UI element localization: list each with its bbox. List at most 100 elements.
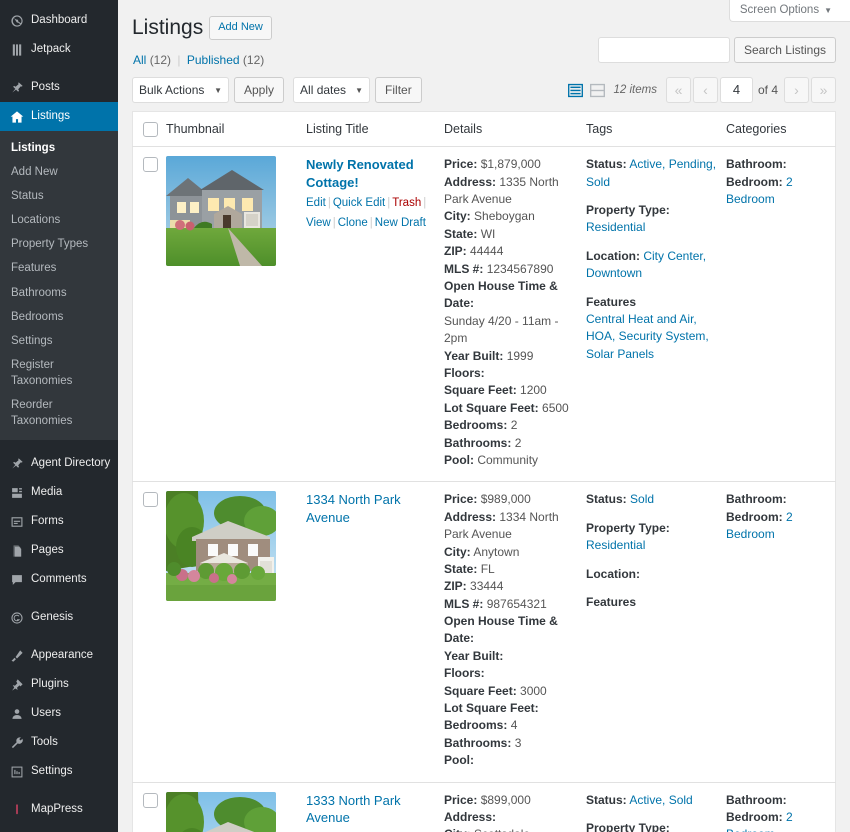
table-body: Newly Renovated Cottage! Edit | Quick Edit… xyxy=(132,147,836,832)
next-page-button-top[interactable]: › xyxy=(784,77,809,104)
excerpt-view-icon[interactable] xyxy=(589,81,607,99)
row-select-cell xyxy=(132,781,166,832)
detail-value-bathrooms: 3 xyxy=(514,735,522,750)
table-nav-top: Bulk Actions ▼ Apply All dates ▼ Filter xyxy=(132,73,836,107)
row-title-cell: Newly Renovated Cottage! Edit | Quick Edit… xyxy=(306,147,444,482)
bulk-actions-select[interactable]: Bulk Actions xyxy=(132,77,229,104)
jetpack-icon xyxy=(9,42,24,57)
search-listings-button[interactable]: Search Listings xyxy=(733,37,836,63)
mappress-icon xyxy=(9,802,24,817)
row-action-quick-edit[interactable]: Quick Edit xyxy=(333,197,385,209)
tag-label-status: Status: xyxy=(586,492,627,507)
tag-value-property-type[interactable]: Residential xyxy=(586,538,645,552)
row-action-clone[interactable]: Clone xyxy=(338,217,368,229)
sidebar-item-forms[interactable]: Forms xyxy=(0,507,118,536)
date-filter-wrap: All dates ▼ xyxy=(293,77,371,104)
first-page-button-top[interactable]: « xyxy=(665,77,691,104)
comments-icon xyxy=(9,572,24,587)
last-page-button-top[interactable]: » xyxy=(811,77,836,104)
table-head: Thumbnail Listing Title Details Tags Cat… xyxy=(132,111,836,148)
submenu-item-features[interactable]: Features xyxy=(0,256,118,280)
select-all-checkbox-top[interactable] xyxy=(143,122,158,138)
sidebar-item-genesis[interactable]: Genesis xyxy=(0,603,118,632)
detail-label-square-feet: Square Feet: xyxy=(444,383,517,398)
filter-button[interactable]: Filter xyxy=(375,77,422,104)
sidebar-item-jetpack[interactable]: Jetpack xyxy=(0,35,118,64)
add-new-button[interactable]: Add New xyxy=(209,16,272,40)
sidebar-item-tools[interactable]: Tools xyxy=(0,728,118,757)
submenu-item-bedrooms[interactable]: Bedrooms xyxy=(0,305,118,329)
sidebar-item-posts[interactable]: Posts xyxy=(0,73,118,102)
row-checkbox[interactable] xyxy=(143,492,158,508)
column-header-details[interactable]: Details xyxy=(444,111,586,148)
submenu-item-reorder-taxonomies[interactable]: Reorder Taxonomies xyxy=(0,393,118,433)
submenu-item-register-taxonomies[interactable]: Register Taxonomies xyxy=(0,353,118,393)
sidebar-item-settings[interactable]: Settings xyxy=(0,757,118,786)
sidebar-item-plugins[interactable]: Plugins xyxy=(0,670,118,699)
sidebar-item-dashboard[interactable]: Dashboard xyxy=(0,6,118,35)
column-header-tags[interactable]: Tags xyxy=(586,111,726,148)
sidebar-item-agent-directory[interactable]: Agent Directory xyxy=(0,449,118,478)
listing-title-link[interactable]: 1333 North Park Avenue xyxy=(306,792,436,827)
detail-value-mls: 987654321 xyxy=(486,596,547,611)
sidebar-item-users[interactable]: Users xyxy=(0,699,118,728)
prev-page-button-top[interactable]: ‹ xyxy=(692,77,718,104)
tag-label-status: Status: xyxy=(586,157,627,172)
column-header-categories[interactable]: Categories xyxy=(726,111,836,148)
screen-options-toggle[interactable]: Screen Options ▼ xyxy=(728,0,850,22)
submenu-item-locations[interactable]: Locations xyxy=(0,208,118,232)
column-header-listing-title[interactable]: Listing Title xyxy=(306,111,444,148)
detail-label-pool: Pool: xyxy=(444,753,474,768)
tag-property-type: Property Type: Residential xyxy=(586,820,718,832)
row-action-view[interactable]: View xyxy=(306,217,331,229)
row-checkbox[interactable] xyxy=(143,157,158,173)
detail-label-year-built: Year Built: xyxy=(444,648,504,663)
detail-value-price: $1,879,000 xyxy=(480,157,541,172)
column-header-thumbnail[interactable]: Thumbnail xyxy=(166,111,306,148)
tag-value-status[interactable]: Sold xyxy=(630,492,654,506)
submenu-item-bathrooms[interactable]: Bathrooms xyxy=(0,281,118,305)
row-checkbox[interactable] xyxy=(143,792,158,808)
row-action-new-draft[interactable]: New Draft xyxy=(375,217,426,229)
listing-thumbnail[interactable] xyxy=(166,491,276,602)
detail-label-open-house: Open House Time & Date: xyxy=(444,279,558,311)
submenu-item-status[interactable]: Status xyxy=(0,184,118,208)
row-categories-cell: Bathroom: Bedroom: 2 Bedroom xyxy=(726,781,836,832)
list-view-icon[interactable] xyxy=(567,81,585,99)
sidebar-item-label: Media xyxy=(31,485,63,498)
tag-value-property-type[interactable]: Residential xyxy=(586,220,645,234)
tag-label-features: Features xyxy=(586,594,637,609)
search-input[interactable] xyxy=(597,37,730,63)
sidebar-item-label: Users xyxy=(31,706,62,719)
apply-button-top[interactable]: Apply xyxy=(234,77,285,104)
row-action-edit[interactable]: Edit xyxy=(306,197,326,209)
listing-title-link[interactable]: Newly Renovated Cottage! xyxy=(306,156,436,191)
submenu-item-add-new[interactable]: Add New xyxy=(0,160,118,184)
sidebar-item-media[interactable]: Media xyxy=(0,478,118,507)
tag-value-features[interactable]: Central Heat and Air, HOA, Security Syst… xyxy=(586,312,709,361)
status-link-all[interactable]: All xyxy=(133,53,146,67)
row-details-cell: Price: $1,879,000 Address: 1335 North Pa… xyxy=(444,147,586,482)
items-count-top: 12 items xyxy=(613,84,657,97)
tools-icon xyxy=(9,735,24,750)
sidebar-item-comments[interactable]: Comments xyxy=(0,565,118,594)
sidebar-item-mappress[interactable]: MapPress xyxy=(0,795,118,824)
current-page-input-top[interactable]: 4 xyxy=(719,77,753,104)
submenu-item-listings[interactable]: Listings xyxy=(0,136,118,160)
listing-title-link[interactable]: 1334 North Park Avenue xyxy=(306,491,436,526)
category-label-bathroom: Bathroom: xyxy=(726,157,787,172)
row-action-trash[interactable]: Trash xyxy=(392,197,421,209)
admin-page: Dashboard Jetpack Posts Listings Listing… xyxy=(0,0,850,832)
listing-thumbnail[interactable] xyxy=(166,156,276,267)
status-link-published[interactable]: Published xyxy=(187,53,240,67)
sidebar-item-pages[interactable]: Pages xyxy=(0,536,118,565)
sidebar-item-appearance[interactable]: Appearance xyxy=(0,641,118,670)
sidebar-item-collapse-menu[interactable]: Collapse menu xyxy=(0,824,118,832)
date-filter-select[interactable]: All dates xyxy=(293,77,371,104)
listing-thumbnail[interactable] xyxy=(166,791,276,832)
tag-property-type: Property Type: Residential xyxy=(586,202,718,237)
submenu-item-property-types[interactable]: Property Types xyxy=(0,232,118,256)
sidebar-item-listings[interactable]: Listings xyxy=(0,102,118,131)
tag-value-status[interactable]: Active, Sold xyxy=(629,793,692,807)
submenu-item-settings[interactable]: Settings xyxy=(0,329,118,353)
